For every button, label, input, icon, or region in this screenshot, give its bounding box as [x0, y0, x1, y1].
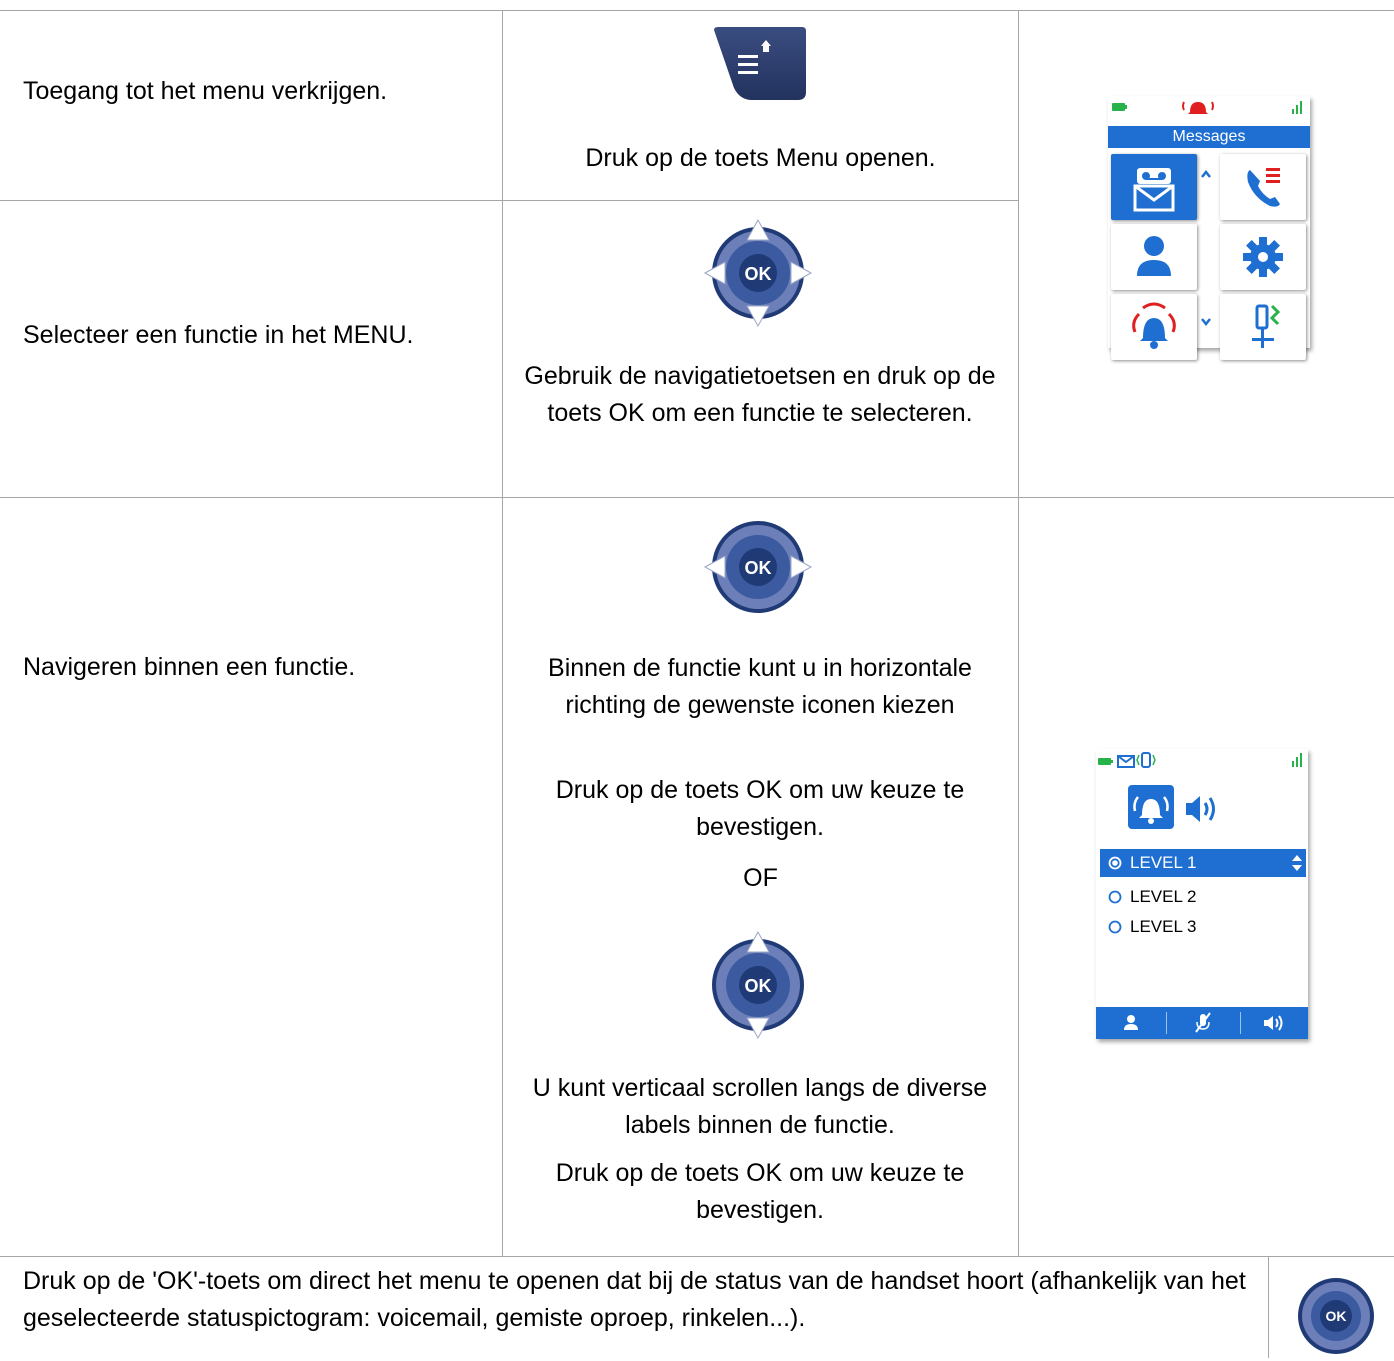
- accessories-icon: [1220, 294, 1306, 360]
- ok-key-icon: OK: [1296, 1276, 1376, 1356]
- contacts-icon: [1111, 224, 1197, 290]
- level-option-1-label: LEVEL 1: [1130, 853, 1197, 872]
- call-log-icon: [1220, 154, 1306, 220]
- table-top-border: [0, 10, 1394, 11]
- volume-softkey-icon: [1264, 1015, 1283, 1031]
- row-3-confirm-1: Druk op de toets OK om uw keuze te beves…: [555, 776, 965, 841]
- menu-screen-title: Messages: [1172, 128, 1246, 145]
- ringing-mode-icon: [1128, 785, 1174, 829]
- ok-key-label: OK: [1326, 1308, 1347, 1324]
- menu-key-icon: [700, 22, 810, 106]
- nav-key-vertical-icon: OK: [703, 930, 813, 1040]
- nav-key-4way-icon: OK: [703, 218, 813, 328]
- menu-screen-title-bar: Messages: [1108, 126, 1310, 148]
- up-down-arrows-icon: [1292, 855, 1302, 871]
- mute-softkey-icon: [1195, 1012, 1211, 1033]
- footer-column-divider: [1268, 1256, 1269, 1358]
- voicemail-icon: [1111, 154, 1197, 220]
- row-divider-3: [0, 1256, 1394, 1257]
- contact-softkey-icon: [1124, 1015, 1138, 1030]
- row-3-description: Navigeren binnen een functie.: [23, 653, 356, 681]
- column-divider-1: [502, 10, 503, 1256]
- level-option-2-label: LEVEL 2: [1130, 887, 1197, 906]
- level-option-3[interactable]: LEVEL 3: [1100, 913, 1306, 941]
- level-option-2[interactable]: LEVEL 2: [1100, 883, 1306, 911]
- scroll-up-icon: [1201, 169, 1211, 178]
- alarm-bell-icon: [1182, 101, 1214, 114]
- scroll-down-icon: [1201, 318, 1211, 327]
- row-3-or-label: OF: [743, 864, 778, 892]
- nav-key-horizontal-icon: OK: [703, 512, 813, 622]
- row-3-horizontal-instruction: Binnen de functie kunt u in horizontale …: [548, 654, 972, 719]
- column-divider-2: [1018, 10, 1019, 1256]
- level-status-bar: [1098, 752, 1302, 768]
- row-3-vertical-instruction: U kunt verticaal scrollen langs de diver…: [532, 1074, 988, 1139]
- level-option-1[interactable]: LEVEL 1: [1100, 849, 1306, 877]
- radio-selected-icon: [1108, 856, 1122, 870]
- level-screen-image: LEVEL 1 LEVEL 2 LEVEL 3: [1096, 749, 1308, 1039]
- row-divider-1: [0, 200, 1018, 201]
- row-2-description: Selecteer een functie in het MENU.: [23, 321, 414, 349]
- level-option-3-label: LEVEL 3: [1130, 917, 1197, 936]
- level-screen-softkey-bar: [1096, 1007, 1308, 1039]
- ok-key-label: OK: [745, 264, 772, 284]
- menu-screen-image: Messages: [1108, 96, 1310, 360]
- row-3-confirm-2: Druk op de toets OK om uw keuze te beves…: [555, 1159, 965, 1224]
- ok-key-label: OK: [745, 558, 772, 578]
- volume-icon: [1186, 796, 1215, 822]
- footer-text: Druk op de 'OK'-toets om direct het menu…: [23, 1267, 1246, 1332]
- radio-unselected-icon: [1108, 920, 1122, 934]
- settings-icon: [1220, 224, 1306, 290]
- row-divider-2: [0, 497, 1394, 498]
- row-1-description: Toegang tot het menu verkrijgen.: [23, 77, 388, 105]
- radio-unselected-icon: [1108, 890, 1122, 904]
- ringing-icon: [1111, 294, 1197, 360]
- row-2-instruction: Gebruik de navigatietoetsen en druk op d…: [524, 362, 996, 427]
- status-bar: [1112, 101, 1302, 114]
- row-1-instruction: Druk op de toets Menu openen.: [585, 144, 936, 172]
- ok-key-label: OK: [745, 976, 772, 996]
